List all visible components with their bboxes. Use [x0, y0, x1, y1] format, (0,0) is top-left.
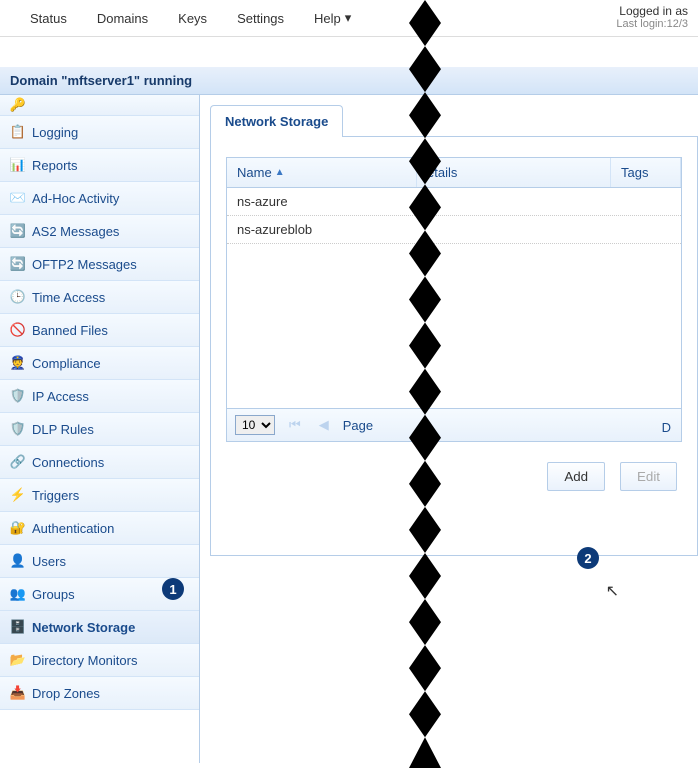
menu-domains[interactable]: Domains	[97, 11, 148, 26]
cell-details	[417, 216, 611, 243]
sidebar-item-label: Ad-Hoc Activity	[32, 191, 119, 206]
sidebar-item-label: Directory Monitors	[32, 653, 137, 668]
sidebar-item-label: Drop Zones	[32, 686, 100, 701]
sidebar-item-label: IP Access	[32, 389, 89, 404]
content-area: Network Storage Name ▲ etails Tags ns-az…	[200, 95, 698, 763]
menu-help[interactable]: Help ▾	[314, 10, 351, 26]
lock-icon: 🔐	[10, 520, 26, 536]
chart-icon: 📊	[10, 157, 26, 173]
sidebar-item-logging[interactable]: 📋 Logging	[0, 116, 199, 149]
sort-asc-icon: ▲	[275, 167, 285, 178]
sidebar-item-auth[interactable]: 🔐 Authentication	[0, 512, 199, 545]
menu-keys[interactable]: Keys	[178, 11, 207, 26]
sidebar-item-label: Users	[32, 554, 66, 569]
cell-tags	[611, 216, 681, 243]
log-icon: 📋	[10, 124, 26, 140]
sidebar-item-label: Authentication	[32, 521, 114, 536]
sidebar-item-compliance[interactable]: 👮 Compliance	[0, 347, 199, 380]
cell-details	[417, 188, 611, 215]
sidebar-item-label: Reports	[32, 158, 78, 173]
clock-icon: 🕒	[10, 289, 26, 305]
col-tags[interactable]: Tags	[611, 158, 681, 187]
group-icon: 👥	[10, 586, 26, 602]
annotation-badge-2: 2	[577, 547, 599, 569]
sidebar-item-label: Network Storage	[32, 620, 135, 635]
sidebar-item-label: Groups	[32, 587, 75, 602]
storage-table: Name ▲ etails Tags ns-azure ns-azureblob	[226, 157, 682, 442]
sidebar-item-label: OFTP2 Messages	[32, 257, 137, 272]
top-menu: Status Domains Keys Settings Help ▾	[0, 0, 698, 37]
sidebar-item-label: Banned Files	[32, 323, 108, 338]
table-header: Name ▲ etails Tags	[227, 158, 681, 188]
table-row[interactable]: ns-azureblob	[227, 216, 681, 244]
storage-icon: 🗄️	[10, 619, 26, 635]
sidebar-item-label: DLP Rules	[32, 422, 94, 437]
pager-page-label: Page	[343, 418, 373, 433]
link-icon: 🔗	[10, 454, 26, 470]
last-login: Last login:12/3	[616, 18, 688, 30]
ban-icon: 🚫	[10, 322, 26, 338]
sidebar-item-triggers[interactable]: ⚡ Triggers	[0, 479, 199, 512]
table-body: ns-azure ns-azureblob	[227, 188, 681, 408]
login-info: Logged in as Last login:12/3	[616, 4, 688, 30]
button-row: Add Edit	[226, 462, 682, 491]
bolt-icon: ⚡	[10, 487, 26, 503]
sidebar-item-dropzones[interactable]: 📥 Drop Zones	[0, 677, 199, 710]
sidebar-item-label: Compliance	[32, 356, 101, 371]
officer-icon: 👮	[10, 355, 26, 371]
user-icon: 👤	[10, 553, 26, 569]
cursor-icon: ↖	[606, 581, 619, 601]
sidebar-item-label: Logging	[32, 125, 78, 140]
pager: 10 ⏮ ◀ Page D	[227, 408, 681, 441]
page-size-select[interactable]: 10	[235, 415, 275, 435]
add-button[interactable]: Add	[547, 462, 605, 491]
panel: Name ▲ etails Tags ns-azure ns-azureblob	[210, 136, 698, 556]
sidebar-item-reports[interactable]: 📊 Reports	[0, 149, 199, 182]
menu-status[interactable]: Status	[30, 11, 67, 26]
inbox-icon: 📥	[10, 685, 26, 701]
tab-network-storage[interactable]: Network Storage	[210, 105, 343, 137]
table-row[interactable]: ns-azure	[227, 188, 681, 216]
sidebar-item-oftp2[interactable]: 🔄 OFTP2 Messages	[0, 248, 199, 281]
sidebar-item-dlp[interactable]: 🛡️ DLP Rules	[0, 413, 199, 446]
as2-icon: 🔄	[10, 223, 26, 239]
sidebar-item-as2[interactable]: 🔄 AS2 Messages	[0, 215, 199, 248]
sidebar-item-network-storage[interactable]: 🗄️ Network Storage	[0, 611, 199, 644]
shield-icon: 🛡️	[10, 388, 26, 404]
menu-settings[interactable]: Settings	[237, 11, 284, 26]
shield-icon: 🛡️	[10, 421, 26, 437]
sidebar-item-timeaccess[interactable]: 🕒 Time Access	[0, 281, 199, 314]
sidebar-item-label: Time Access	[32, 290, 105, 305]
pager-first-icon[interactable]: ⏮	[285, 417, 305, 433]
menu-help-label: Help	[314, 11, 341, 26]
pager-prev-icon[interactable]: ◀	[315, 417, 333, 433]
domain-status-bar: Domain "mftserver1" running	[0, 67, 698, 95]
pager-display: D	[662, 420, 671, 435]
sidebar-item-adhoc[interactable]: ✉️ Ad-Hoc Activity	[0, 182, 199, 215]
sidebar: 🔑 Keys 📋 Logging 📊 Reports ✉️ Ad-Hoc Act…	[0, 95, 200, 763]
chevron-down-icon: ▾	[345, 10, 352, 26]
col-name[interactable]: Name ▲	[227, 158, 417, 187]
annotation-badge-1: 1	[162, 578, 184, 600]
cell-name: ns-azureblob	[227, 216, 417, 243]
sidebar-item-banned[interactable]: 🚫 Banned Files	[0, 314, 199, 347]
mail-icon: ✉️	[10, 190, 26, 206]
sidebar-item-label: Connections	[32, 455, 104, 470]
oftp2-icon: 🔄	[10, 256, 26, 272]
edit-button: Edit	[620, 462, 677, 491]
sidebar-item-dirmon[interactable]: 📂 Directory Monitors	[0, 644, 199, 677]
logged-in-as: Logged in as	[616, 4, 688, 18]
col-details[interactable]: etails	[417, 158, 611, 187]
sidebar-item-label: AS2 Messages	[32, 224, 119, 239]
cell-tags	[611, 188, 681, 215]
sidebar-item-users[interactable]: 👤 Users	[0, 545, 199, 578]
folder-icon: 📂	[10, 652, 26, 668]
key-icon: 🔑	[10, 97, 26, 113]
sidebar-item-connections[interactable]: 🔗 Connections	[0, 446, 199, 479]
sidebar-item-label: Triggers	[32, 488, 79, 503]
sidebar-item-ipaccess[interactable]: 🛡️ IP Access	[0, 380, 199, 413]
cell-name: ns-azure	[227, 188, 417, 215]
sidebar-item-keys[interactable]: 🔑 Keys	[0, 95, 199, 116]
